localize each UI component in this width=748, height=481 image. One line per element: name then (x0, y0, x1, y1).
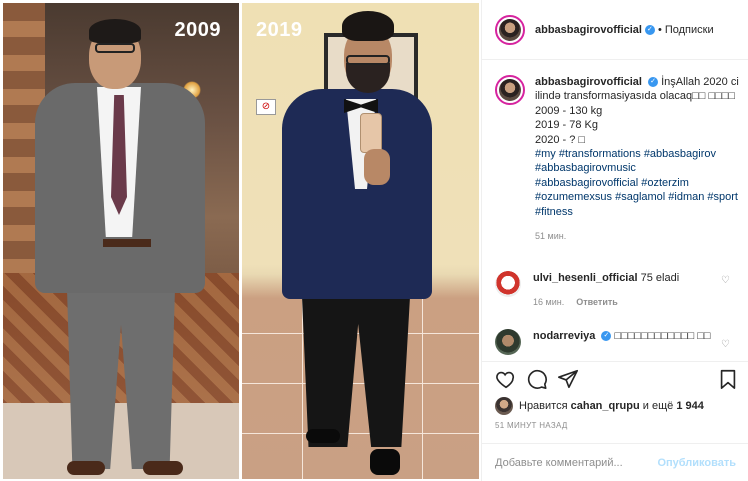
comment-text: 75 eladi (640, 272, 680, 284)
comment-item: nodarreviya ✓ □□□□□□□□□□□□ □□ ♡ (495, 329, 740, 355)
post-actions: Нравится cahan_qrupu и ещё 1 944 51 МИНУ… (482, 361, 748, 481)
header-separator: • (657, 23, 662, 36)
caption: abbasbagirovofficial ✓ İnşAllah 2020 ci … (495, 75, 740, 243)
person-before-belt (103, 239, 151, 247)
caption-line: 2019 - 78 Kg (535, 119, 598, 132)
year-label-after: 2019 (256, 19, 303, 41)
post-photo[interactable]: 2009 ⊘ 2019 (0, 0, 481, 481)
publish-button[interactable]: Опубликовать (657, 457, 736, 469)
post-sidebar: abbasbagirovofficial ✓ • Подписки abbasb… (481, 0, 748, 481)
photo-after-panel: ⊘ 2019 (242, 3, 479, 479)
save-bookmark-icon[interactable] (717, 368, 739, 390)
caption-hashtags[interactable]: #my #transformations #abbasbagirov #abba… (535, 147, 740, 219)
person-before-shoe (143, 461, 183, 475)
person-after-hair (342, 11, 394, 41)
comment-time[interactable]: 16 мин. (533, 297, 564, 307)
author-username[interactable]: abbasbagirovofficial (535, 24, 642, 36)
commenter-username[interactable]: ulvi_hesenli_official (533, 272, 638, 284)
post-header: abbasbagirovofficial ✓ • Подписки (482, 0, 748, 60)
person-before-shoe (67, 461, 105, 475)
caption-line: 2009 - 130 kg (535, 104, 603, 117)
like-comment-heart-icon[interactable]: ♡ (721, 275, 730, 286)
year-label-before: 2009 (174, 19, 221, 41)
comment-input[interactable] (495, 457, 658, 469)
likes-prefix: Нравится (519, 400, 568, 412)
add-comment-bar: Опубликовать (482, 443, 748, 481)
caption-author-avatar[interactable] (495, 75, 525, 105)
person-after-legs (302, 297, 410, 447)
floor-tile-line (422, 293, 423, 479)
likes-count[interactable]: 1 944 (676, 400, 704, 412)
decor-floor (3, 403, 239, 479)
comment-bubble-icon[interactable] (526, 368, 548, 390)
person-before-hair (89, 19, 141, 43)
photo-before-panel: 2009 (3, 3, 239, 479)
commenter-username[interactable]: nodarreviya (533, 330, 595, 342)
liker-username[interactable]: cahan_qrupu (571, 400, 640, 412)
reply-button[interactable]: Ответить (576, 297, 618, 307)
action-icons (495, 368, 740, 392)
post-timestamp[interactable]: 51 МИНУТ НАЗАД (495, 421, 568, 430)
commenter-avatar[interactable] (495, 271, 521, 297)
comment-item: ulvi_hesenli_official 75 eladi 16 мин. От… (495, 271, 740, 309)
person-after-phone (360, 113, 382, 153)
verified-badge-icon: ✓ (644, 24, 655, 35)
like-comment-heart-icon[interactable]: ♡ (721, 339, 730, 350)
person-after-glasses (346, 55, 390, 65)
like-heart-icon[interactable] (495, 368, 517, 390)
comment-text: □□□□□□□□□□□□ □□ (614, 330, 711, 342)
floor-tile-line (302, 293, 303, 479)
floor-tile-line (242, 433, 479, 434)
following-button[interactable]: Подписки (665, 24, 714, 36)
caption-text: abbasbagirovofficial ✓ İnşAllah 2020 ci … (535, 75, 740, 243)
likes-summary[interactable]: Нравится cahan_qrupu и ещё 1 944 (495, 397, 740, 415)
person-after-shoe (306, 429, 340, 443)
liker-avatar (495, 397, 513, 415)
caption-line: 2020 - ? □ (535, 133, 586, 146)
person-after-shoe (370, 449, 400, 475)
floor-tile-line (242, 383, 479, 384)
person-before-glasses (95, 43, 135, 53)
verified-badge-icon: ✓ (601, 331, 612, 342)
share-send-icon[interactable] (557, 368, 579, 390)
person-after-hand (364, 149, 390, 185)
commenter-avatar[interactable] (495, 329, 521, 355)
no-smoking-sign-icon: ⊘ (256, 99, 276, 115)
caption-time[interactable]: 51 мин. (535, 229, 740, 243)
comments-section[interactable]: abbasbagirovofficial ✓ İnşAllah 2020 ci … (482, 61, 748, 361)
verified-badge-icon: ✓ (648, 77, 659, 88)
caption-username[interactable]: abbasbagirovofficial (535, 76, 642, 88)
likes-middle: и ещё (642, 400, 674, 412)
author-avatar[interactable] (495, 14, 525, 45)
